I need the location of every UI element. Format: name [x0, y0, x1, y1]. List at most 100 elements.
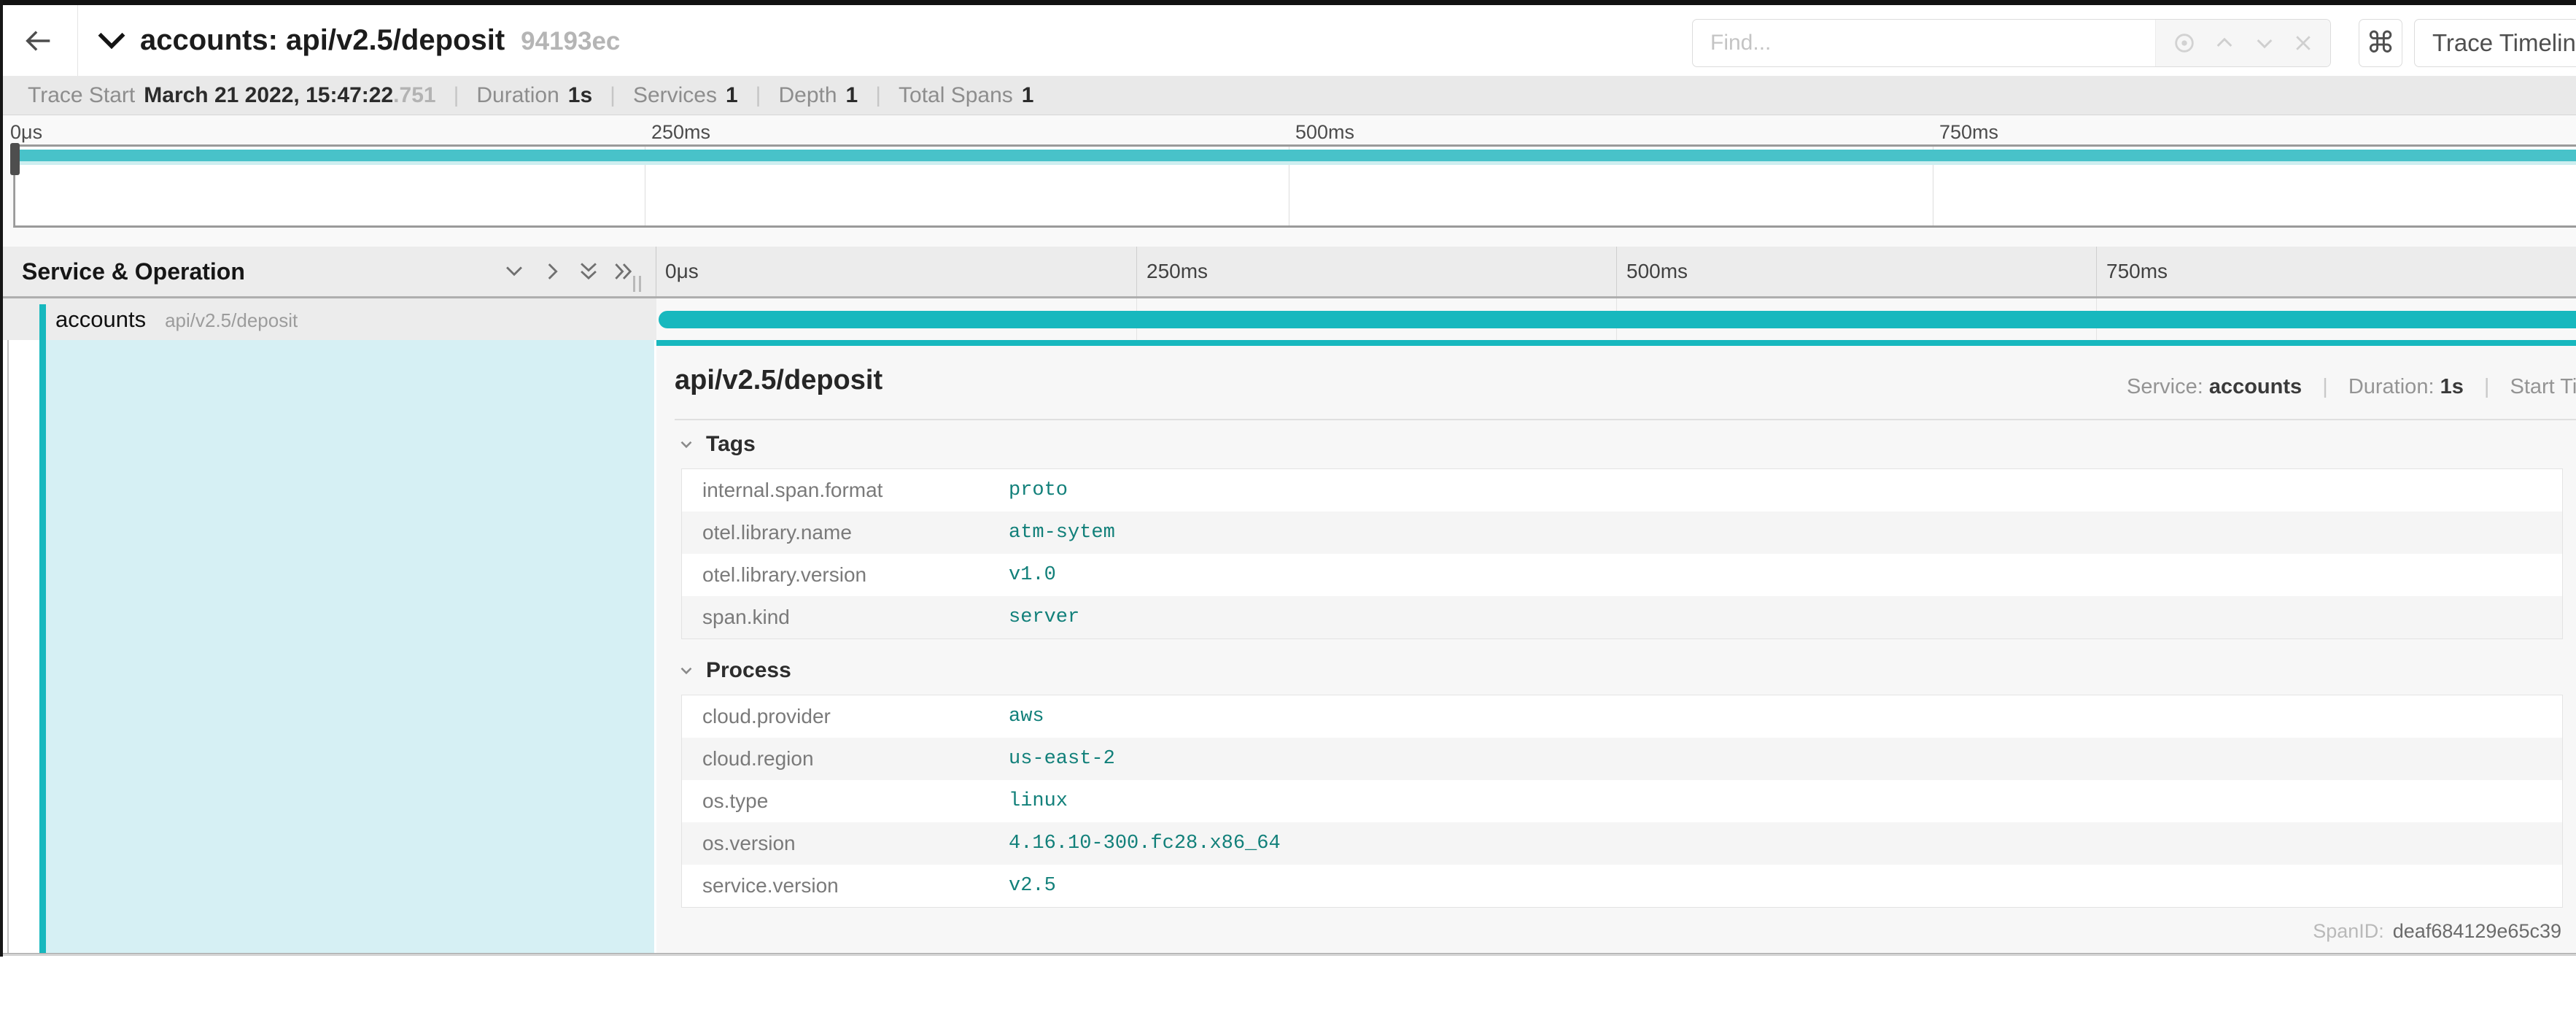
tag-value: proto: [1009, 479, 1068, 501]
duration-value: 1s: [2440, 375, 2464, 398]
start-time-label: Start Time:: [2510, 375, 2576, 398]
view-selector-button[interactable]: Trace Timeline: [2414, 19, 2576, 67]
find-suffix: [2155, 20, 2330, 66]
detail-left-line: [7, 340, 9, 953]
process-value: v2.5: [1009, 875, 1056, 897]
divider: |: [610, 83, 616, 108]
timeline-tick-0: 0μs: [665, 247, 699, 296]
depth-value: 1: [846, 83, 858, 108]
find-next-icon[interactable]: [2253, 31, 2276, 55]
chevron-down-icon: [677, 661, 696, 680]
span-id-value: deaf684129e65c39: [2393, 920, 2561, 943]
timeline-tick-2: 500ms: [1626, 247, 1688, 296]
span-duration-bar[interactable]: [659, 311, 2576, 328]
tag-key: span.kind: [682, 606, 1009, 629]
window-top-strip: [0, 0, 2576, 5]
window-left-edge: [0, 0, 3, 957]
tag-value: atm-sytem: [1009, 522, 1115, 544]
process-section-title: Process: [706, 658, 791, 683]
duration-label: Duration: [476, 83, 559, 108]
process-key: cloud.region: [682, 747, 1009, 771]
expand-all-icon[interactable]: [576, 259, 601, 284]
find-prev-icon[interactable]: [2213, 31, 2236, 55]
process-value: 4.16.10-300.fc28.x86_64: [1009, 833, 1281, 854]
tags-table: internal.span.format proto otel.library.…: [681, 468, 2563, 639]
tag-key: otel.library.name: [682, 521, 1009, 544]
trace-start-ms: .751: [393, 83, 435, 108]
services-value: 1: [726, 83, 738, 108]
service-value: accounts: [2209, 375, 2302, 398]
arrow-left-icon: [22, 24, 55, 58]
divider: |: [875, 83, 881, 108]
collapse-all-icon[interactable]: [611, 259, 636, 284]
trace-header: accounts: api/v2.5/deposit94193ec ⌘: [0, 5, 2576, 76]
minimap-tick-2: 500ms: [1295, 121, 1354, 144]
span-bar-cell: [656, 298, 2576, 340]
process-key: os.type: [682, 790, 1009, 813]
duration-value: 1s: [568, 83, 592, 108]
clear-find-icon[interactable]: [2292, 32, 2314, 54]
process-row: cloud.provider aws: [682, 695, 2562, 738]
span-detail-left-gutter: [0, 340, 656, 953]
span-operation-name: api/v2.5/deposit: [165, 309, 298, 331]
tag-row: otel.library.name atm-sytem: [682, 511, 2562, 554]
process-table: cloud.provider aws cloud.region us-east-…: [681, 695, 2563, 908]
gridline: [2096, 247, 2097, 296]
span-name-cell[interactable]: accountsapi/v2.5/deposit: [0, 298, 656, 340]
timeline-tick-1: 250ms: [1147, 247, 1208, 296]
tag-value: server: [1009, 606, 1079, 628]
span-color-accent-bar: [39, 304, 46, 953]
minimap-tick-3: 750ms: [1939, 121, 1998, 144]
service-operation-title: Service & Operation: [22, 247, 245, 296]
process-value: us-east-2: [1009, 748, 1115, 770]
minimap-span-bar: [15, 150, 2576, 161]
divider: |: [756, 83, 761, 108]
process-key: cloud.provider: [682, 705, 1009, 728]
back-button[interactable]: [0, 5, 78, 76]
divider: [675, 419, 2576, 420]
scope-icon[interactable]: [2172, 31, 2197, 55]
process-row: cloud.region us-east-2: [682, 738, 2562, 780]
tag-key: internal.span.format: [682, 479, 1009, 502]
keyboard-shortcuts-button[interactable]: ⌘: [2359, 19, 2402, 67]
page-title: accounts: api/v2.5/deposit94193ec: [140, 5, 620, 76]
trace-meta-bar: Trace Start March 21 2022, 15:47:22.751 …: [0, 76, 2576, 115]
collapse-trace-chevron-icon[interactable]: [96, 29, 128, 53]
duration-label: Duration:: [2348, 375, 2435, 398]
process-row: os.type linux: [682, 780, 2562, 822]
timeline-header-row: Service & Operation 0μs 250ms 500ms 750m…: [0, 247, 2576, 298]
gridline: [1136, 247, 1137, 296]
trace-start-label: Trace Start: [28, 83, 135, 108]
timeline-tick-3: 750ms: [2106, 247, 2168, 296]
divider: |: [454, 83, 459, 108]
minimap-viewport[interactable]: [13, 144, 2576, 228]
minimap-tick-0: 0μs: [10, 121, 42, 144]
divider: |: [2322, 375, 2328, 398]
tag-value: v1.0: [1009, 564, 1056, 586]
depth-label: Depth: [778, 83, 837, 108]
span-row[interactable]: accountsapi/v2.5/deposit: [0, 298, 2576, 340]
gridline: [1616, 247, 1617, 296]
trace-page: accounts: api/v2.5/deposit94193ec ⌘: [0, 0, 2576, 1023]
content-bottom-divider: [0, 953, 2576, 956]
find-input[interactable]: [1693, 20, 2155, 66]
process-value: aws: [1009, 706, 1044, 727]
tags-accordion-header[interactable]: Tags: [677, 432, 756, 457]
trace-start-value: March 21 2022, 15:47:22: [144, 83, 393, 108]
minimap-left-scrub-line: [14, 175, 15, 226]
link-icon[interactable]: [2573, 919, 2576, 943]
process-key: service.version: [682, 874, 1009, 897]
command-icon: ⌘: [2366, 26, 2395, 60]
span-detail-panel: api/v2.5/deposit Service: accounts | Dur…: [656, 340, 2576, 953]
minimap-left-scrubber[interactable]: [10, 143, 20, 175]
span-detail-title: api/v2.5/deposit: [675, 365, 882, 396]
process-accordion-header[interactable]: Process: [677, 658, 791, 683]
collapse-one-level-icon[interactable]: [540, 259, 565, 284]
service-operation-header-cell: Service & Operation: [0, 247, 656, 296]
view-selector-label: Trace Timeline: [2432, 29, 2576, 57]
service-label: Service:: [2127, 375, 2203, 398]
expand-one-level-icon[interactable]: [502, 259, 527, 284]
column-resize-handle[interactable]: [633, 276, 641, 292]
process-row: os.version 4.16.10-300.fc28.x86_64: [682, 822, 2562, 865]
process-row: service.version v2.5: [682, 865, 2562, 907]
